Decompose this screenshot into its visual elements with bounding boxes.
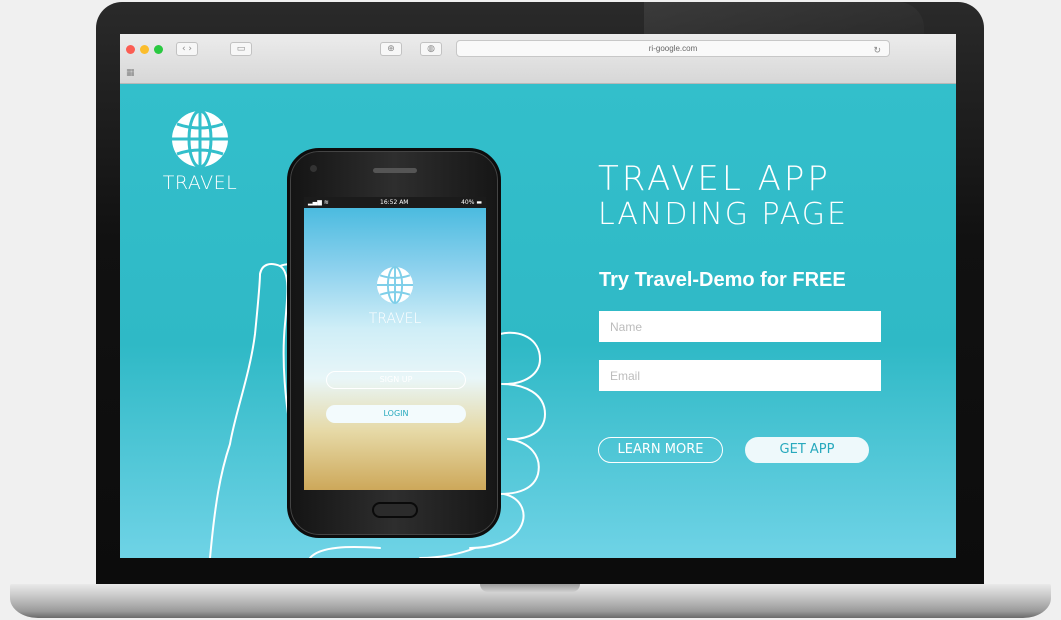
zoom-window-button[interactable] (154, 45, 163, 54)
phone-brand-name: TRAVEL (368, 311, 422, 327)
signal-icon: ▂▄▆ ≋ (308, 199, 329, 206)
page-headline: TRAVEL APP LANDING PAGE (598, 160, 848, 232)
headline-line-2: LANDING PAGE (598, 197, 848, 232)
sidebar-toggle-button[interactable]: ▭ (230, 42, 252, 56)
battery-icon: ▬ (476, 199, 482, 206)
headline-line-1: TRAVEL APP (598, 159, 831, 199)
get-app-button[interactable]: GET APP (745, 437, 869, 463)
minimize-window-button[interactable] (140, 45, 149, 54)
close-window-button[interactable] (126, 45, 135, 54)
browser-toolbar: ‹ › ▭ ⊕ ◍ ri-google.com ↻ ▦ (120, 34, 956, 84)
downloads-button[interactable]: ⊕ (380, 42, 402, 56)
phone-signup-button[interactable]: SIGN UP (326, 371, 466, 389)
landing-page: TRAVEL ▂▄▆ ≋ 16:52 AM 40% ▬ TRAVEL SIGN … (120, 84, 956, 558)
globe-icon (376, 265, 414, 305)
phone-home-button (372, 502, 418, 518)
battery-status: 40% ▬ (461, 199, 482, 206)
laptop-base (10, 584, 1051, 618)
status-time: 16:52 AM (380, 199, 409, 206)
phone-login-button[interactable]: LOGIN (326, 405, 466, 423)
privacy-globe-button[interactable]: ◍ (420, 42, 442, 56)
brand-logo[interactable]: TRAVEL (160, 108, 240, 194)
phone-brand-logo: TRAVEL (360, 265, 430, 327)
learn-more-button[interactable]: LEARN MORE (598, 437, 723, 463)
base-notch (480, 584, 580, 592)
address-bar[interactable]: ri-google.com ↻ (456, 40, 890, 57)
phone-mockup: ▂▄▆ ≋ 16:52 AM 40% ▬ TRAVEL SIGN UP LOGI… (287, 148, 501, 538)
back-button[interactable]: ‹ › (176, 42, 198, 56)
address-text: ri-google.com (648, 44, 698, 53)
phone-camera (310, 165, 317, 172)
brand-name: TRAVEL (162, 172, 238, 194)
browser-window: ‹ › ▭ ⊕ ◍ ri-google.com ↻ ▦ TRAVEL ▂▄▆ ≋… (120, 34, 956, 558)
phone-speaker (373, 168, 417, 173)
bookmarks-grid-icon[interactable]: ▦ (126, 68, 135, 78)
email-input[interactable] (599, 360, 881, 391)
reload-icon[interactable]: ↻ (873, 43, 881, 58)
cta-title: Try Travel-Demo for FREE (599, 269, 846, 291)
globe-icon (172, 109, 228, 169)
name-input[interactable] (599, 311, 881, 342)
phone-screen: ▂▄▆ ≋ 16:52 AM 40% ▬ TRAVEL SIGN UP LOGI… (304, 197, 486, 490)
phone-status-bar: ▂▄▆ ≋ 16:52 AM 40% ▬ (304, 197, 486, 208)
